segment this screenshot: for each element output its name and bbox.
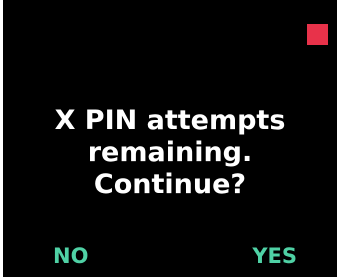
device-screen: X PIN attempts remaining. Continue? NO Y… xyxy=(3,0,337,277)
device-frame: X PIN attempts remaining. Continue? NO Y… xyxy=(0,0,340,277)
red-square-icon xyxy=(307,24,328,45)
message-line-2: remaining. xyxy=(87,137,253,168)
yes-button[interactable]: YES xyxy=(252,244,297,268)
confirmation-message: X PIN attempts remaining. Continue? xyxy=(3,105,337,201)
caret-down-icon xyxy=(58,0,80,9)
no-button[interactable]: NO xyxy=(53,244,88,268)
message-line-3: Continue? xyxy=(93,169,247,200)
message-line-1: X PIN attempts xyxy=(54,105,286,136)
